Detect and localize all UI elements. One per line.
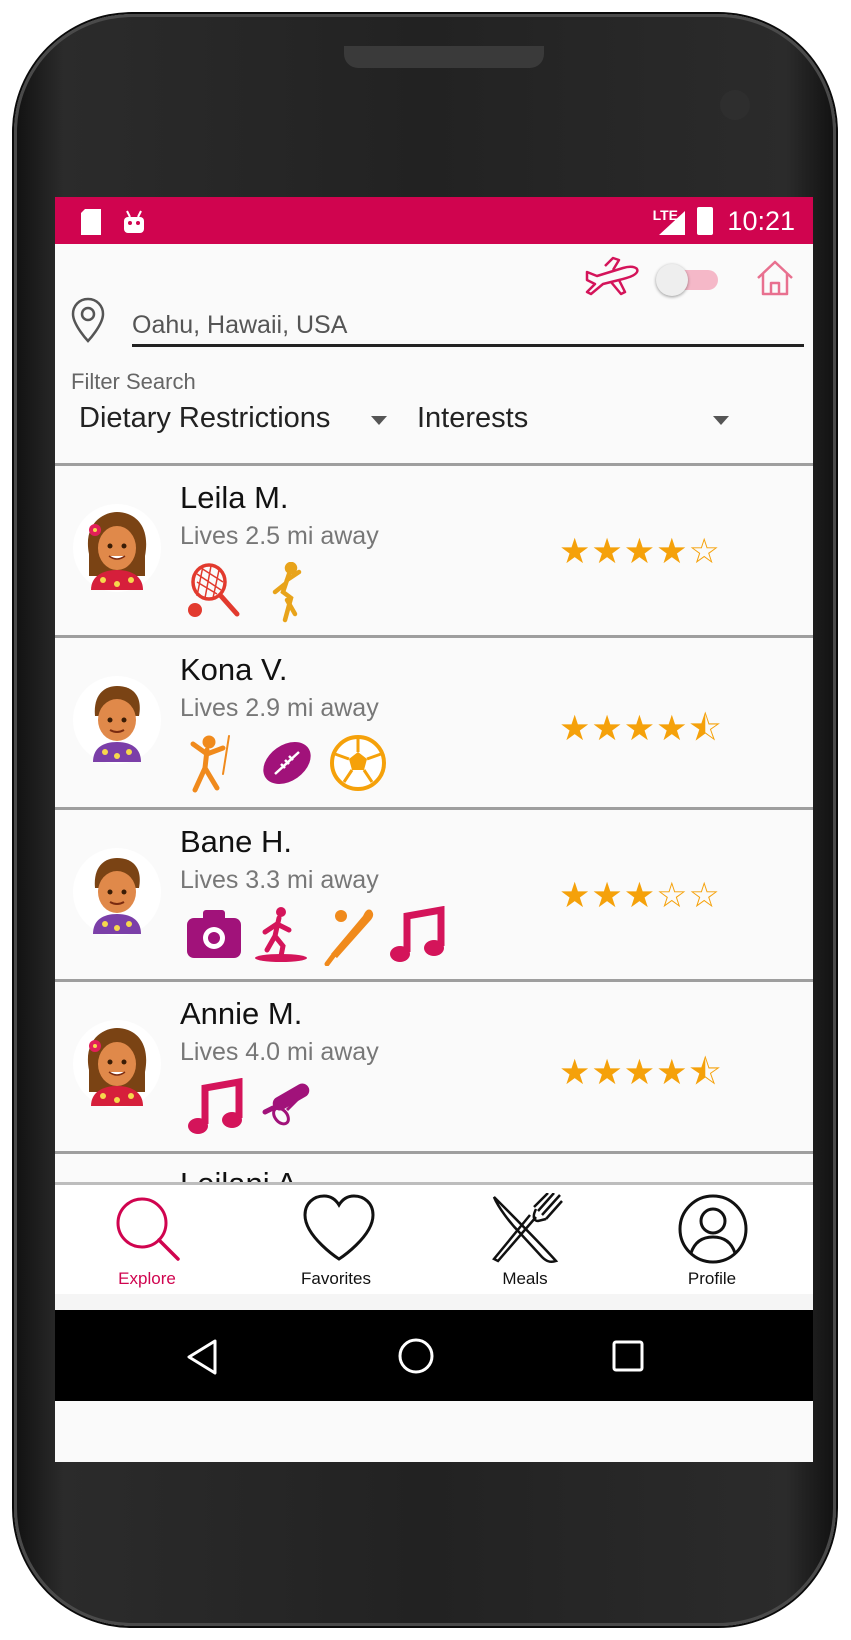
- host-distance: Lives 2.5 mi away: [180, 522, 379, 550]
- surfing-icon: [255, 907, 307, 962]
- host-row[interactable]: Bane H. Lives 3.3 mi away ★★★☆☆: [55, 807, 813, 979]
- host-row[interactable]: Leila M. Lives 2.5 mi away ★★★★☆: [55, 463, 813, 635]
- host-distance: Lives 3.3 mi away: [180, 866, 379, 894]
- status-bar: LTE 10:21: [55, 197, 813, 244]
- toggle-knob: [656, 264, 688, 296]
- dietary-restrictions-dropdown[interactable]: Dietary Restrictions: [79, 402, 399, 442]
- screen: LTE 10:21 Oahu, Hawaii, USA Filter Searc…: [55, 197, 813, 1462]
- home-icon[interactable]: [755, 258, 795, 298]
- filter-search-label: Filter Search: [71, 369, 196, 394]
- dance-icon: [272, 562, 302, 623]
- rating-stars: ★★★☆☆: [559, 876, 721, 915]
- chevron-down-icon: [713, 416, 729, 425]
- nav-label: Profile: [687, 1269, 737, 1288]
- baseball-icon: [324, 909, 374, 966]
- soccer-icon: [330, 735, 386, 791]
- nav-profile[interactable]: Profile: [652, 1193, 772, 1293]
- nav-favorites[interactable]: Favorites: [276, 1193, 396, 1293]
- bottom-navigation: Explore Favorites Meals Profile: [55, 1182, 813, 1297]
- football-icon: [263, 742, 311, 784]
- front-camera: [720, 90, 750, 120]
- status-time: 10:21: [727, 206, 795, 236]
- home-circle-icon[interactable]: [397, 1337, 435, 1375]
- fork-knife-icon: [492, 1193, 563, 1264]
- host-list[interactable]: Leila M. Lives 2.5 mi away ★★★★☆ Kona V.…: [55, 463, 813, 1203]
- nav-label: Explore: [118, 1269, 176, 1288]
- chevron-down-icon: [371, 416, 387, 425]
- host-name: Kona V.: [180, 652, 288, 687]
- climbing-icon: [190, 735, 230, 793]
- music-icon: [188, 1078, 243, 1134]
- nav-label: Meals: [502, 1269, 548, 1288]
- top-bar: [55, 244, 813, 314]
- host-name: Annie M.: [180, 996, 303, 1031]
- location-pin-icon: [71, 297, 105, 343]
- baking-icon: [262, 1083, 310, 1126]
- battery-icon: [697, 207, 713, 235]
- system-navigation-bar: [55, 1310, 813, 1401]
- avatar: [73, 676, 161, 764]
- host-row[interactable]: Kona V. Lives 2.9 mi away ★★★★⯪: [55, 635, 813, 807]
- tennis-icon: [188, 563, 240, 617]
- signal-icon: [659, 211, 685, 235]
- screen-bottom-strip: [55, 1294, 813, 1310]
- host-distance: Lives 2.9 mi away: [180, 694, 379, 722]
- heart-icon: [303, 1194, 375, 1261]
- speaker-grille: [344, 46, 544, 68]
- recents-icon[interactable]: [611, 1339, 645, 1373]
- nav-explore[interactable]: Explore: [87, 1193, 207, 1293]
- camera-icon: [187, 910, 241, 958]
- airplane-icon[interactable]: [583, 254, 641, 300]
- interests-label: Interests: [417, 402, 529, 434]
- rating-stars: ★★★★☆: [559, 532, 721, 571]
- back-icon[interactable]: [185, 1338, 219, 1376]
- music-icon: [390, 906, 445, 962]
- location-input[interactable]: Oahu, Hawaii, USA: [132, 307, 804, 347]
- sd-card-icon: [79, 209, 103, 242]
- travel-mode-toggle[interactable]: [656, 264, 718, 296]
- android-icon: [121, 209, 147, 242]
- rating-stars: ★★★★⯪: [559, 709, 723, 748]
- host-name: Leila M.: [180, 480, 289, 515]
- profile-icon: [678, 1194, 748, 1264]
- host-name: Bane H.: [180, 824, 293, 859]
- nav-label: Favorites: [301, 1269, 371, 1288]
- nav-meals[interactable]: Meals: [465, 1193, 585, 1293]
- host-distance: Lives 4.0 mi away: [180, 1038, 379, 1066]
- interests-dropdown[interactable]: Interests: [417, 402, 757, 442]
- rating-stars: ★★★★⯪: [559, 1053, 723, 1092]
- avatar: [73, 504, 161, 592]
- dietary-restrictions-label: Dietary Restrictions: [79, 402, 331, 434]
- host-row[interactable]: Annie M. Lives 4.0 mi away ★★★★⯪: [55, 979, 813, 1151]
- search-icon: [116, 1197, 180, 1261]
- avatar: [73, 1020, 161, 1108]
- avatar: [73, 848, 161, 936]
